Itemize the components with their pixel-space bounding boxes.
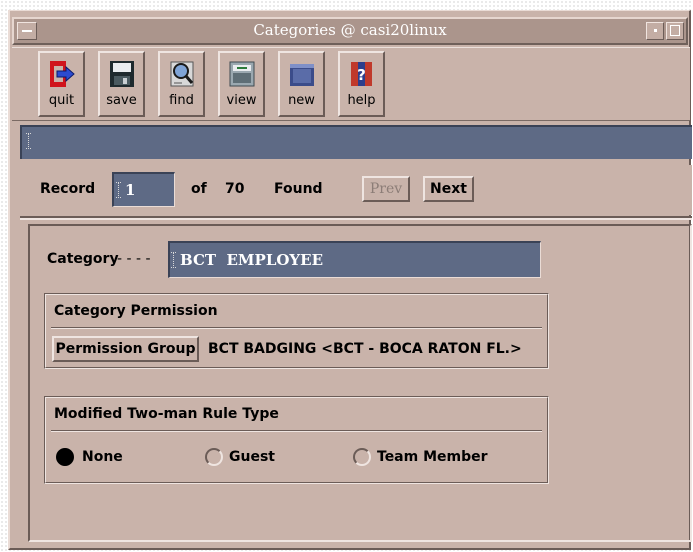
radio-label-team-member: Team Member — [377, 449, 488, 465]
save-label: save — [106, 93, 137, 108]
radio-label-guest: Guest — [229, 449, 275, 465]
radio-option-guest[interactable]: Guest — [205, 447, 325, 469]
window-title: Categories @ casi20linux — [253, 21, 447, 39]
save-button[interactable]: save — [98, 51, 145, 117]
magnifier-icon — [170, 61, 194, 87]
svg-text:?: ? — [357, 66, 366, 84]
minimize-button[interactable] — [646, 22, 664, 40]
radio-unselected-icon — [353, 448, 371, 466]
radio-selected-icon — [56, 448, 74, 466]
category-value: BCT EMPLOYEE — [180, 251, 324, 269]
permission-group-button[interactable]: Permission Group — [52, 336, 199, 362]
prev-button[interactable]: Prev — [362, 176, 410, 202]
two-man-rule-frame: Modified Two-man Rule Type None Guest Te… — [44, 396, 549, 484]
record-total: 70 — [225, 181, 245, 197]
quit-icon — [50, 61, 75, 87]
radio-label-none: None — [82, 449, 123, 465]
quit-button[interactable]: quit — [38, 51, 85, 117]
help-button[interactable]: ? help — [338, 51, 385, 117]
text-cursor-icon — [171, 252, 178, 268]
toolbar: quit save find view new ? help — [12, 47, 690, 121]
found-label: Found — [274, 181, 323, 197]
radio-option-team-member[interactable]: Team Member — [353, 447, 513, 469]
text-cursor-icon — [26, 133, 33, 149]
maximize-button[interactable] — [666, 22, 684, 40]
record-label: Record — [40, 181, 96, 197]
two-man-section-title: Modified Two-man Rule Type — [54, 406, 279, 422]
floppy-disk-icon — [110, 61, 134, 87]
category-dashes: - - - - — [117, 251, 151, 267]
radio-unselected-icon — [205, 448, 223, 466]
category-label: Category — [47, 251, 119, 267]
quit-label: quit — [48, 93, 75, 108]
new-button[interactable]: new — [278, 51, 325, 117]
message-field[interactable] — [20, 125, 692, 159]
record-number-input[interactable]: 1 — [112, 172, 175, 207]
new-label: new — [288, 93, 315, 108]
category-permission-frame: Category Permission Permission Group BCT… — [44, 293, 549, 369]
help-book-icon: ? — [351, 62, 372, 86]
text-cursor-icon — [116, 182, 123, 198]
next-button[interactable]: Next — [423, 176, 474, 202]
section-divider — [51, 430, 542, 432]
category-input[interactable]: BCT EMPLOYEE — [168, 241, 541, 278]
view-button[interactable]: view — [218, 51, 265, 117]
radio-option-none[interactable]: None — [56, 447, 176, 469]
help-label: help — [347, 93, 376, 108]
find-label: find — [169, 93, 194, 108]
title-bar: Categories @ casi20linux — [12, 17, 688, 45]
find-button[interactable]: find — [158, 51, 205, 117]
view-label: view — [226, 93, 257, 108]
divider — [20, 216, 692, 220]
record-navigation: Record 1 of 70 Found Prev Next — [20, 165, 692, 215]
record-number-value: 1 — [125, 181, 136, 199]
of-label: of — [191, 181, 207, 197]
permission-group-value: BCT BADGING <BCT - BOCA RATON FL.> — [208, 341, 522, 357]
new-record-icon — [290, 64, 314, 86]
section-divider — [51, 327, 542, 329]
view-icon — [229, 61, 255, 87]
permission-section-title: Category Permission — [54, 303, 218, 319]
